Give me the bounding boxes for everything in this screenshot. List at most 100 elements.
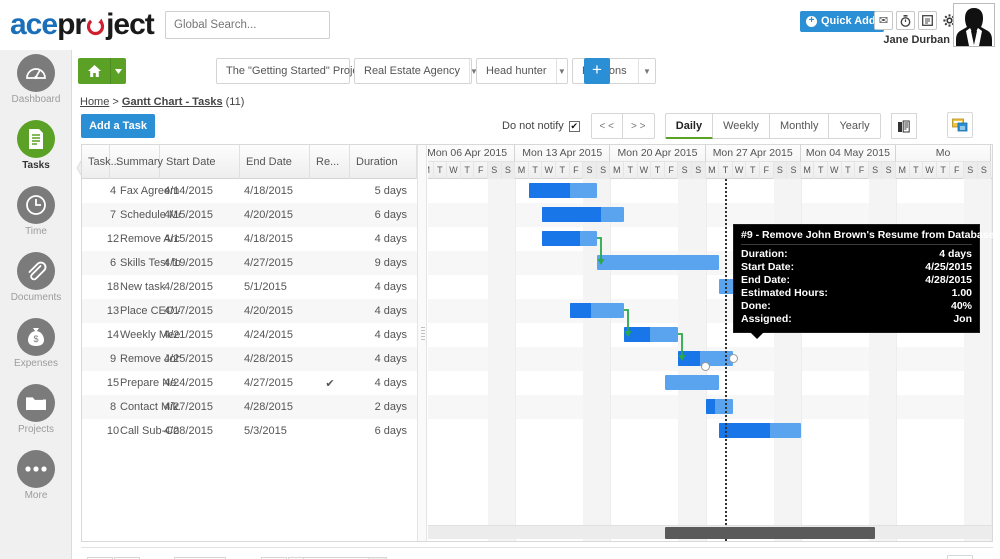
nav-pill-0[interactable]: The "Getting Started" Project▼ <box>216 58 350 84</box>
pagination-footer: |◀ ◀ Page of 1 ▶ ▶| 250 per page ▼ <box>81 547 993 559</box>
gantt-day-label: T <box>719 162 733 179</box>
gantt-day-label: T <box>910 162 924 179</box>
sidebar-item-documents[interactable]: Documents <box>0 252 72 314</box>
sidebar-item-dashboard[interactable]: Dashboard <box>0 54 72 116</box>
sidebar-item-projects[interactable]: Projects <box>0 384 72 446</box>
sidebar-item-time[interactable]: Time <box>0 186 72 248</box>
nav-pill-2[interactable]: Head hunter▼ <box>476 58 568 84</box>
gantt-dependency-arrow <box>595 236 611 273</box>
gantt-day-label: S <box>488 162 502 179</box>
logo-ace: ace <box>10 8 57 41</box>
table-row[interactable]: 12Remove Arc...4/15/20154/18/20154 days <box>82 227 417 251</box>
sidebar-item-tasks[interactable]: Tasks <box>0 120 72 182</box>
gantt-day-label: W <box>542 162 556 179</box>
gantt-weekend-band <box>488 179 515 541</box>
mail-icon[interactable]: ✉ <box>874 11 893 30</box>
gantt-panel: Task...SummaryStart DateEnd DateRe...Dur… <box>81 144 993 542</box>
gantt-bar-task-12[interactable] <box>542 231 596 246</box>
task-recurring: ✔ <box>310 371 350 395</box>
timer-icon[interactable] <box>896 11 915 30</box>
gantt-bar-task-4[interactable] <box>529 183 597 198</box>
task-duration: 2 days <box>350 395 417 419</box>
gantt-day-label: S <box>597 162 611 179</box>
grid-column-header-2[interactable]: Start Date <box>160 145 240 179</box>
tooltip-value: 40% <box>951 300 972 313</box>
quick-add-button[interactable]: + Quick Add <box>800 11 884 32</box>
gantt-bar-task-6[interactable] <box>597 255 719 270</box>
task-duration: 4 days <box>350 347 417 371</box>
tooltip-title: #9 - Remove John Brown's Resume from Dat… <box>741 229 972 245</box>
table-row[interactable]: 18New task4/28/20155/1/20154 days <box>82 275 417 299</box>
chevron-down-icon[interactable]: ▼ <box>638 59 655 83</box>
home-dropdown-caret[interactable] <box>110 58 126 84</box>
task-start-date: 4/19/2015 <box>164 251 244 275</box>
grid-column-header-1[interactable]: Summary <box>110 145 160 179</box>
resource-chart-icon[interactable] <box>891 113 917 139</box>
table-row[interactable]: 8Contact Mik...4/27/20154/28/20152 days <box>82 395 417 419</box>
view-tab-yearly[interactable]: Yearly <box>829 113 880 139</box>
search-input[interactable] <box>165 11 330 39</box>
grid-column-header-0[interactable]: Task... <box>82 145 110 179</box>
avatar[interactable] <box>953 3 995 47</box>
chevron-down-icon[interactable]: ▼ <box>556 59 567 83</box>
gantt-bar-task-8[interactable] <box>706 399 733 414</box>
gantt-bar-task-15[interactable] <box>665 375 719 390</box>
app-logo[interactable]: aceprject <box>10 8 154 42</box>
export-icon[interactable] <box>947 112 973 138</box>
view-tab-monthly[interactable]: Monthly <box>770 113 830 139</box>
add-project-button[interactable]: + <box>584 58 610 84</box>
sidebar-item-more[interactable]: More <box>0 450 72 512</box>
gantt-bar-progress <box>706 399 715 414</box>
table-row[interactable]: 15Prepare Ne...4/24/20154/27/2015✔4 days <box>82 371 417 395</box>
gantt-bar-task-13[interactable] <box>570 303 624 318</box>
gantt-day-label: S <box>502 162 516 179</box>
sidebar-item-expenses[interactable]: $Expenses <box>0 318 72 380</box>
scroll-forward-button[interactable]: > > <box>623 113 655 139</box>
breadcrumb-home-link[interactable]: Home <box>80 96 109 108</box>
view-scale-group: DailyWeeklyMonthlyYearly <box>665 113 881 139</box>
view-tab-daily[interactable]: Daily <box>665 113 713 139</box>
footer-export-icon[interactable] <box>947 555 973 559</box>
task-duration: 4 days <box>350 371 417 395</box>
gantt-bar-resize-handle-right[interactable] <box>729 354 738 363</box>
scroll-back-button[interactable]: < < <box>591 113 623 139</box>
gantt-bar-task-10[interactable] <box>719 423 801 438</box>
home-button[interactable] <box>78 58 110 84</box>
svg-text:$: $ <box>33 334 38 344</box>
table-row[interactable]: 10Call Sub-Co...4/28/20155/3/20156 days <box>82 419 417 443</box>
tooltip-pointer <box>750 332 764 339</box>
grid-column-header-5[interactable]: Duration <box>350 145 417 179</box>
gantt-scrollbar-thumb[interactable] <box>665 527 875 539</box>
ellipsis-icon <box>17 450 55 488</box>
table-row[interactable]: 6Skills Test fo...4/19/20154/27/20159 da… <box>82 251 417 275</box>
gantt-day-label: T <box>434 162 448 179</box>
grid-column-header-4[interactable]: Re... <box>310 145 350 179</box>
nav-pill-1[interactable]: Real Estate Agency▼ <box>354 58 472 84</box>
task-duration: 6 days <box>350 203 417 227</box>
panel-splitter[interactable] <box>417 145 427 541</box>
breadcrumb-count: (11) <box>226 96 245 108</box>
task-duration: 9 days <box>350 251 417 275</box>
notes-icon[interactable] <box>918 11 937 30</box>
table-row[interactable]: 4Fax Agreem...4/14/20154/18/20155 days <box>82 179 417 203</box>
gantt-day-label: S <box>692 162 706 179</box>
gantt-bar-remaining <box>665 375 719 390</box>
gantt-bar-task-7[interactable] <box>542 207 624 222</box>
task-recurring <box>310 347 350 371</box>
sidebar-item-label: Documents <box>0 292 72 303</box>
gantt-day-label: W <box>923 162 937 179</box>
task-end-date: 4/27/2015 <box>244 371 314 395</box>
table-row[interactable]: 14Weekly Mee...4/21/20154/24/20154 days <box>82 323 417 347</box>
table-row[interactable]: 13Place CEO A...4/17/20154/20/20154 days <box>82 299 417 323</box>
table-row[interactable]: 9Remove Joh...4/25/20154/28/20154 days <box>82 347 417 371</box>
task-end-date: 4/28/2015 <box>244 347 314 371</box>
task-start-date: 4/25/2015 <box>164 347 244 371</box>
grid-column-header-3[interactable]: End Date <box>240 145 310 179</box>
gantt-horizontal-scrollbar[interactable] <box>428 525 993 539</box>
add-task-button[interactable]: Add a Task <box>81 114 155 138</box>
gantt-day-label: F <box>855 162 869 179</box>
do-not-notify-checkbox[interactable]: ✔ <box>569 121 580 132</box>
table-row[interactable]: 7Schedule Me...4/15/20154/20/20156 days <box>82 203 417 227</box>
view-tab-weekly[interactable]: Weekly <box>713 113 770 139</box>
gantt-day-label: T <box>842 162 856 179</box>
